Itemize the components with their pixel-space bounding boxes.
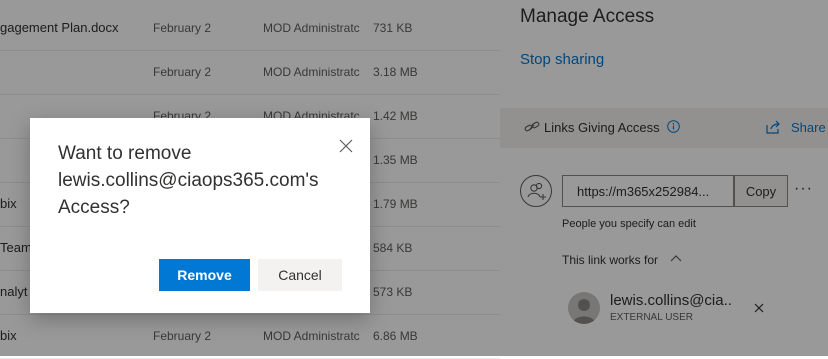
remove-button[interactable]: Remove [159, 259, 250, 291]
cancel-button[interactable]: Cancel [258, 259, 342, 291]
dialog-title: Want to remove lewis.collins@ciaops365.c… [58, 143, 319, 218]
remove-access-dialog: Want to remove lewis.collins@ciaops365.c… [30, 118, 370, 313]
